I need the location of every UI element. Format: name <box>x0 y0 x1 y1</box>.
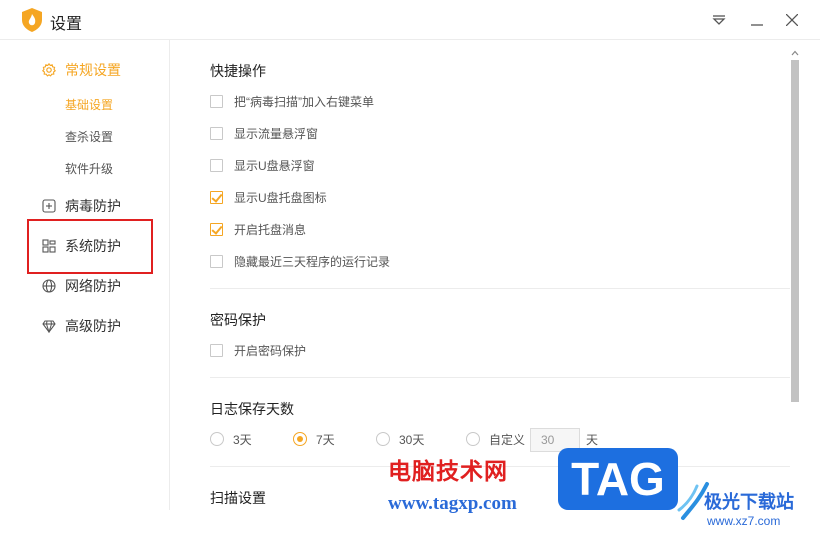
sidebar-subitem-upgrade[interactable]: 软件升级 <box>65 159 113 179</box>
section-title-password: 密码保护 <box>210 312 266 328</box>
checkbox-tray-messages[interactable]: 开启托盘消息 <box>210 220 306 238</box>
divider <box>210 377 790 378</box>
diamond-icon <box>42 319 56 333</box>
watermark-url: www.tagxp.com <box>388 493 517 514</box>
radio-30-days[interactable]: 30天 <box>376 428 424 450</box>
sidebar-item-label: 高级防护 <box>65 318 121 334</box>
divider <box>210 288 790 289</box>
sidebar-item-virus[interactable]: 病毒防护 <box>42 194 121 218</box>
sidebar-item-general[interactable]: 常规设置 <box>42 58 121 82</box>
watermark-site-cn: 极光下载站 <box>704 492 794 512</box>
gear-icon <box>42 63 56 77</box>
checkbox[interactable] <box>210 343 223 357</box>
section-title-log-days: 日志保存天数 <box>210 401 294 417</box>
checkbox-usb-tray-icon[interactable]: 显示U盘托盘图标 <box>210 188 327 206</box>
sidebar-item-network[interactable]: 网络防护 <box>42 274 121 298</box>
radio-button[interactable] <box>376 432 390 446</box>
radio-label: 自定义 <box>489 432 526 447</box>
checkbox-label: 隐藏最近三天程序的运行记录 <box>234 254 391 269</box>
section-title-quick-ops: 快捷操作 <box>210 63 266 79</box>
sidebar-subitem-scan[interactable]: 查杀设置 <box>65 127 113 147</box>
window-title: 设置 <box>50 16 83 33</box>
sidebar-item-label: 病毒防护 <box>65 198 121 214</box>
checkbox-traffic-float[interactable]: 显示流量悬浮窗 <box>210 124 318 142</box>
section-title-scan: 扫描设置 <box>210 490 266 506</box>
checkbox-right-click-menu[interactable]: 把“病毒扫描”加入右键菜单 <box>210 92 374 110</box>
checkbox[interactable] <box>210 126 223 140</box>
checkbox-label: 显示U盘悬浮窗 <box>234 158 315 173</box>
sidebar: 常规设置 基础设置 查杀设置 软件升级 病毒防护 系统防护 网络防护 高级防护 <box>0 40 170 510</box>
watermark-tag-logo: TAG <box>558 448 678 510</box>
sidebar-item-label: 常规设置 <box>65 62 121 78</box>
menu-dropdown-icon <box>712 15 726 25</box>
checkbox-hide-run-records[interactable]: 隐藏最近三天程序的运行记录 <box>210 252 390 270</box>
radio-label: 3天 <box>233 432 252 447</box>
checkbox-label: 开启密码保护 <box>234 343 307 358</box>
watermark-site-url: www.xz7.com <box>707 514 781 528</box>
radio-custom[interactable]: 自定义 <box>466 428 525 450</box>
checkbox[interactable] <box>210 94 223 108</box>
radio-label: 7天 <box>316 432 335 447</box>
checkbox-label: 显示流量悬浮窗 <box>234 126 319 141</box>
vertical-scrollbar[interactable] <box>790 48 800 518</box>
radio-3-days[interactable]: 3天 <box>210 428 252 450</box>
close-button[interactable] <box>780 8 804 32</box>
sidebar-item-advanced[interactable]: 高级防护 <box>42 314 121 338</box>
checkbox-checked[interactable] <box>210 190 223 204</box>
checkbox-label: 开启托盘消息 <box>234 222 307 237</box>
minimize-icon <box>751 24 763 26</box>
sidebar-subitem-basic[interactable]: 基础设置 <box>65 95 113 115</box>
plus-square-icon <box>42 199 56 213</box>
scroll-up-button[interactable] <box>790 48 800 58</box>
watermark-site-name: 电脑技术网 <box>388 458 508 484</box>
checkbox-password-protect[interactable]: 开启密码保护 <box>210 341 306 359</box>
highlight-box <box>27 219 153 274</box>
close-icon <box>786 14 798 26</box>
checkbox-label: 显示U盘托盘图标 <box>234 190 327 205</box>
scroll-thumb[interactable] <box>791 60 799 402</box>
checkbox[interactable] <box>210 158 223 172</box>
sidebar-item-label: 网络防护 <box>65 278 121 294</box>
radio-7-days[interactable]: 7天 <box>293 428 335 450</box>
checkbox-usb-float[interactable]: 显示U盘悬浮窗 <box>210 156 315 174</box>
radio-button[interactable] <box>466 432 480 446</box>
menu-dropdown-button[interactable] <box>707 8 731 32</box>
globe-icon <box>42 279 56 293</box>
chevron-up-icon <box>791 50 799 56</box>
checkbox[interactable] <box>210 254 223 268</box>
radio-button-selected[interactable] <box>293 432 307 446</box>
radio-button[interactable] <box>210 432 224 446</box>
radio-label: 30天 <box>399 432 425 447</box>
checkbox-checked[interactable] <box>210 222 223 236</box>
checkbox-label: 把“病毒扫描”加入右键菜单 <box>234 94 374 109</box>
custom-days-unit: 天 <box>586 433 599 447</box>
title-bar: 设置 <box>0 0 820 40</box>
app-logo-icon <box>22 8 42 32</box>
log-days-radio-group: 3天 7天 30天 自定义 30 天 <box>210 428 790 452</box>
minimize-button[interactable] <box>745 8 769 32</box>
